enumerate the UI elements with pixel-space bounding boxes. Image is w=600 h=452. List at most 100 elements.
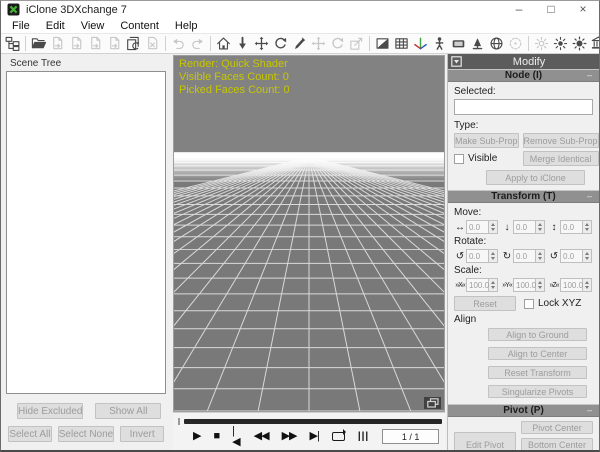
play-button[interactable]: ▶	[193, 431, 200, 442]
export-file-button[interactable]	[67, 34, 86, 53]
loop-button[interactable]	[332, 432, 345, 441]
align-to-ground-button[interactable]: Align to Ground	[488, 328, 587, 341]
stop-button[interactable]: ■	[213, 431, 219, 442]
edit-pivot-button[interactable]: Edit Pivot	[454, 432, 516, 451]
scene-tree-button[interactable]	[3, 34, 22, 53]
remove-sub-prop-button[interactable]: Remove Sub-Prop	[523, 133, 599, 148]
move-x-value[interactable]: 0.0	[466, 220, 489, 234]
collapse-icon[interactable]: –	[587, 71, 595, 80]
spot-light-button[interactable]	[551, 34, 570, 53]
move-y-value[interactable]: 0.0	[513, 220, 536, 234]
lock-xyz-checkbox[interactable]	[524, 299, 534, 309]
pick-tool-button[interactable]	[290, 34, 309, 53]
move-z-value[interactable]: 0.0	[560, 220, 583, 234]
sun-light-button[interactable]	[570, 34, 589, 53]
open-file-icon	[31, 36, 46, 51]
scale-z-value[interactable]: 100.0	[560, 278, 583, 292]
merge-identical-button[interactable]: Merge Identical	[523, 151, 599, 166]
orbit-view-button[interactable]	[328, 34, 347, 53]
select-all-button[interactable]: Select All	[8, 426, 52, 442]
image-plane-button[interactable]	[449, 34, 468, 53]
playhead-marker[interactable]	[178, 418, 180, 425]
zoom-view-button[interactable]	[347, 34, 366, 53]
menu-help[interactable]: Help	[167, 20, 206, 32]
scale-z-icon: »Z«	[548, 282, 560, 289]
rotate-x-spinner[interactable]	[489, 249, 498, 263]
transform-section-body: Move: ↔0.0 ↓0.0 ↕0.0 Rotate: ↺0.0 ↻0.0 ↺…	[448, 203, 599, 404]
menu-file[interactable]: File	[4, 20, 38, 32]
scale-z-spinner[interactable]	[583, 278, 592, 292]
move-x-spinner[interactable]	[489, 220, 498, 234]
point-light-button[interactable]	[532, 34, 551, 53]
section-header-transform[interactable]: Transform (T) –	[448, 190, 599, 203]
export-file-3-button[interactable]	[105, 34, 124, 53]
visible-checkbox[interactable]	[454, 154, 464, 164]
pan-view-button[interactable]	[309, 34, 328, 53]
section-header-node[interactable]: Node (I) –	[448, 69, 599, 82]
rewind-button[interactable]: ◀◀	[254, 431, 269, 442]
shade-mode-button[interactable]	[373, 34, 392, 53]
undo-button[interactable]	[169, 34, 188, 53]
export-file-2-button[interactable]	[86, 34, 105, 53]
minimize-button[interactable]: –	[503, 1, 535, 18]
rotate-y-spinner[interactable]	[536, 249, 545, 263]
collapse-icon[interactable]: –	[587, 192, 595, 201]
scale-y-value[interactable]: 100.0	[513, 278, 536, 292]
zoom-extents-button[interactable]	[233, 34, 252, 53]
make-sub-prop-button[interactable]: Make Sub-Prop	[454, 133, 519, 148]
collapse-icon[interactable]: –	[587, 406, 595, 415]
frame-counter[interactable]: 1 / 1	[382, 429, 439, 444]
remove-file-button[interactable]	[143, 34, 162, 53]
singularize-pivots-button[interactable]: Singularize Pivots	[488, 385, 587, 398]
scale-y-spinner[interactable]	[536, 278, 545, 292]
sphere-dots-button[interactable]	[506, 34, 525, 53]
scale-x-value[interactable]: 100.0	[466, 278, 489, 292]
stage-button[interactable]	[589, 34, 600, 53]
cone-light-button[interactable]	[468, 34, 487, 53]
rotate-y-value[interactable]: 0.0	[513, 249, 536, 263]
grid-toggle-button[interactable]	[392, 34, 411, 53]
open-file-button[interactable]	[29, 34, 48, 53]
section-header-pivot[interactable]: Pivot (P) –	[448, 404, 599, 417]
move-z-spinner[interactable]	[583, 220, 592, 234]
reset-button[interactable]: Reset	[454, 296, 516, 311]
batch-apply-button[interactable]	[124, 34, 143, 53]
close-button[interactable]: ×	[567, 1, 599, 18]
frame-mode-button[interactable]: |||	[358, 432, 369, 442]
menu-view[interactable]: View	[73, 20, 113, 32]
selected-input[interactable]	[454, 99, 593, 115]
show-all-button[interactable]: Show All	[95, 403, 161, 419]
globe-view-button[interactable]	[487, 34, 506, 53]
scene-tree-list[interactable]	[6, 71, 166, 394]
select-none-button[interactable]: Select None	[58, 426, 114, 442]
reset-transform-button[interactable]: Reset Transform	[488, 366, 587, 379]
rotate-z-spinner[interactable]	[583, 249, 592, 263]
timeline-track[interactable]	[184, 419, 442, 424]
fast-forward-button[interactable]: ▶▶	[282, 431, 297, 442]
bottom-center-button[interactable]: Bottom Center	[521, 438, 593, 450]
dock-panel-icon[interactable]	[451, 56, 462, 67]
viewport-layout-button[interactable]	[424, 397, 441, 409]
figure-display-button[interactable]	[430, 34, 449, 53]
apply-to-iclone-button[interactable]: Apply to iClone	[486, 170, 585, 185]
rotate-x-value[interactable]: 0.0	[466, 249, 489, 263]
hide-excluded-button[interactable]: Hide Excluded	[17, 403, 83, 419]
invert-button[interactable]: Invert	[120, 426, 164, 442]
import-file-button[interactable]	[48, 34, 67, 53]
redo-button[interactable]	[188, 34, 207, 53]
move-y-spinner[interactable]	[536, 220, 545, 234]
rotate-tool-button[interactable]	[271, 34, 290, 53]
maximize-button[interactable]: □	[535, 1, 567, 18]
menu-edit[interactable]: Edit	[38, 20, 73, 32]
align-to-center-button[interactable]: Align to Center	[488, 347, 587, 360]
rotate-z-value[interactable]: 0.0	[560, 249, 583, 263]
scale-x-spinner[interactable]	[489, 278, 498, 292]
home-view-button[interactable]	[214, 34, 233, 53]
axis-display-button[interactable]	[411, 34, 430, 53]
viewport-3d[interactable]: Render: Quick Shader Visible Faces Count…	[173, 55, 445, 412]
pivot-center-button[interactable]: Pivot Center	[521, 421, 593, 434]
last-frame-button[interactable]: ▶|	[309, 431, 318, 442]
first-frame-button[interactable]: |◀	[232, 426, 241, 448]
menu-content[interactable]: Content	[112, 20, 167, 32]
move-tool-button[interactable]	[252, 34, 271, 53]
